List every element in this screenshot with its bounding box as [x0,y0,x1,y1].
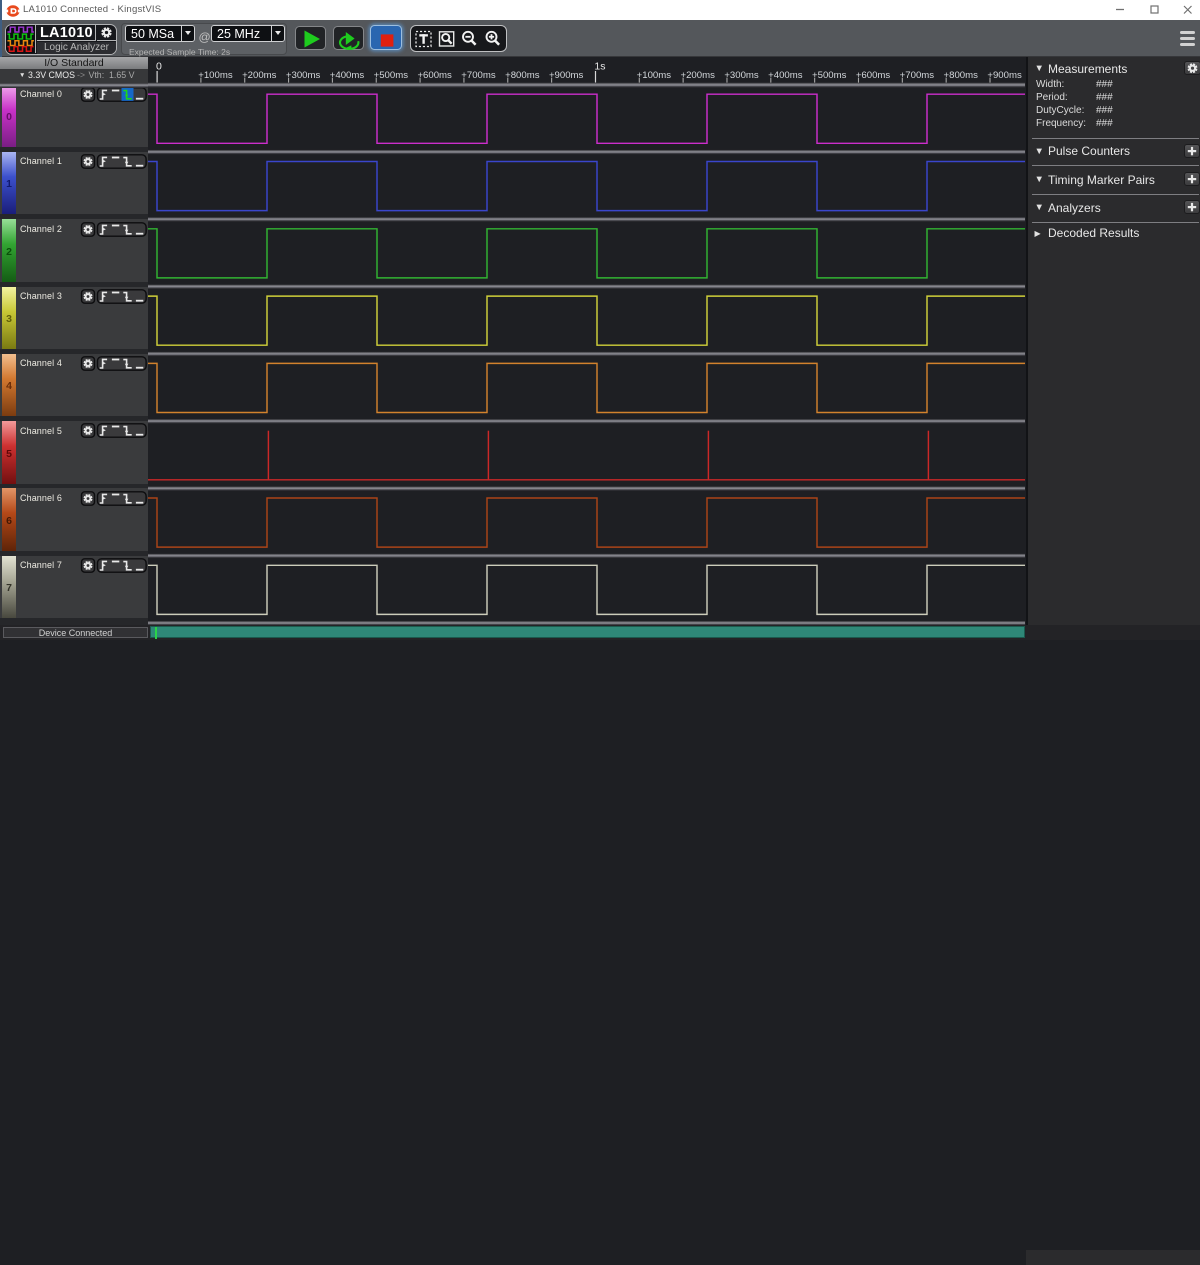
svg-text:+800ms: +800ms [505,70,540,81]
svg-text:+300ms: +300ms [286,70,321,81]
svg-text:+800ms: +800ms [944,70,979,81]
svg-text:+200ms: +200ms [242,70,277,81]
svg-text:+400ms: +400ms [330,70,365,81]
svg-text:+300ms: +300ms [724,70,759,81]
svg-text:+100ms: +100ms [637,70,672,81]
svg-text:+700ms: +700ms [461,70,496,81]
svg-text:+600ms: +600ms [417,70,452,81]
svg-text:+900ms: +900ms [549,70,584,81]
svg-text:+100ms: +100ms [198,70,233,81]
svg-text:+700ms: +700ms [900,70,935,81]
svg-text:+500ms: +500ms [374,70,409,81]
svg-text:+600ms: +600ms [856,70,891,81]
svg-text:0: 0 [156,61,162,73]
svg-text:1s: 1s [594,61,605,73]
svg-text:+400ms: +400ms [768,70,803,81]
svg-text:+500ms: +500ms [812,70,847,81]
svg-text:+900ms: +900ms [987,70,1022,81]
svg-text:+200ms: +200ms [680,70,715,81]
